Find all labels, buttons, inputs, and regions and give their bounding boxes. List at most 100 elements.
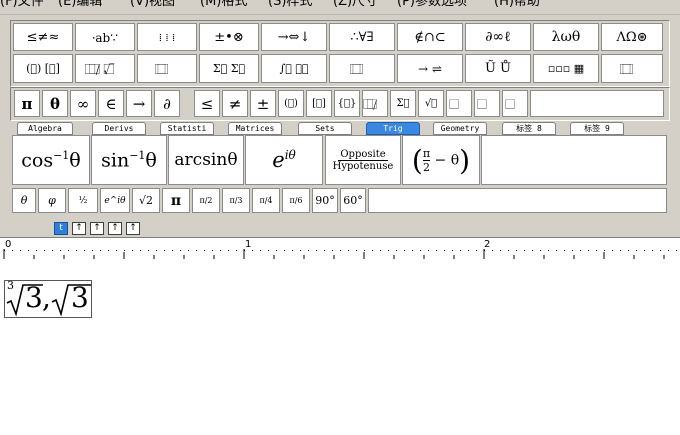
template-empty-slot[interactable] [481, 135, 667, 185]
small-one-half[interactable]: ½ [68, 188, 98, 213]
labeled-arrow-palette[interactable]: → ⇌ [397, 54, 463, 83]
empty-slot[interactable] [530, 90, 664, 117]
ruler-dot [540, 250, 541, 251]
greek-uppercase-palette[interactable]: ΛΩ⊛ [601, 23, 663, 51]
misc-symbols-palette[interactable]: ∂∞ℓ [465, 23, 531, 51]
brackets-template-button[interactable]: [⃞] [306, 90, 332, 117]
pi-button[interactable]: π [14, 90, 40, 117]
tab-sets[interactable]: Sets [298, 122, 352, 135]
tab-statistics[interactable]: Statisti [160, 122, 214, 135]
tab-geometry[interactable]: Geometry [433, 122, 487, 135]
small-pi[interactable]: π [162, 188, 190, 213]
template-arcsin-inverse[interactable]: sin−1θ [91, 135, 167, 185]
not-equal-button[interactable]: ≠ [222, 90, 248, 117]
arrow-symbols-palette[interactable]: →⇔↓ [261, 23, 327, 51]
template-arcsin[interactable]: arcsinθ [168, 135, 244, 185]
theta-button[interactable]: θ [42, 90, 68, 117]
fraction-template-button[interactable]: ⃞/⃞ [362, 90, 388, 117]
small-empty-slot[interactable] [368, 188, 667, 213]
summation-template-button[interactable]: Σ⃞ [390, 90, 416, 117]
template-euler[interactable]: eiθ [245, 135, 323, 185]
small-pi-over-3[interactable]: π/3 [222, 188, 250, 213]
size-sub-symbol-button[interactable]: ↑ [126, 222, 140, 235]
small-pi-over-6[interactable]: π/6 [282, 188, 310, 213]
fraction-radical-palette[interactable]: ⃞/⃞ √⃞ [75, 54, 135, 83]
infinity-button[interactable]: ∞ [70, 90, 96, 117]
ruler-dot [676, 250, 677, 251]
operator-symbols-palette[interactable]: ±•⊗ [199, 23, 259, 51]
menu-preferences[interactable]: (P)参数选项 [397, 0, 467, 10]
equation-editing-area[interactable]: 3 3 , 3 [0, 260, 680, 435]
template-label: ½ [78, 195, 88, 206]
braces-template-button[interactable]: {⃞} [334, 90, 360, 117]
palette-label: ⃞ ⃞ [630, 62, 634, 76]
integral-palette[interactable]: ∫⃞ ∮⃞ [261, 54, 327, 83]
small-euler[interactable]: e^iθ [100, 188, 130, 213]
small-90-degrees[interactable]: 90° [312, 188, 338, 213]
ruler-dot [12, 250, 13, 251]
fence-templates-palette[interactable]: (⃞) [⃞] [13, 54, 73, 83]
tab-algebra[interactable]: Algebra [17, 122, 73, 135]
equation-box[interactable]: 3 3 , 3 [4, 279, 92, 318]
less-or-equal-button[interactable]: ≤ [194, 90, 220, 117]
ruler-dot [100, 250, 101, 251]
parentheses-template-button[interactable]: (⃞) [278, 90, 304, 117]
ruler-dot [172, 250, 173, 251]
right-arrow-button[interactable]: → [126, 90, 152, 117]
ruler-dot [468, 250, 469, 251]
template-complement-angle[interactable]: (π 2 − θ) [402, 135, 480, 185]
palette-label: ΛΩ⊛ [616, 29, 648, 45]
menu-view[interactable]: (V)视图 [130, 0, 175, 10]
small-pi-over-2[interactable]: π/2 [192, 188, 220, 213]
greek-lowercase-palette[interactable]: λωθ [533, 23, 599, 51]
menu-format[interactable]: (M)格式 [200, 0, 247, 10]
size-sub-subscript-button[interactable]: ↑ [90, 222, 104, 235]
tab-label-8[interactable]: 标签 8 [502, 122, 556, 135]
menu-edit[interactable]: (E)编辑 [58, 0, 102, 10]
radical-template-button[interactable]: √⃞ [418, 90, 444, 117]
tab-derivs[interactable]: Derivs [92, 122, 146, 135]
menu-style[interactable]: (S)样式 [268, 0, 312, 10]
embellishments-palette[interactable]: ⁞ ⁞ ⁞ [137, 23, 197, 51]
plus-minus-button[interactable]: ± [250, 90, 276, 117]
menu-size[interactable]: (Z)尺寸 [333, 0, 378, 10]
spaces-ellipses-palette[interactable]: ⸱ab∵ [75, 23, 135, 51]
palette-label: ∴∀∃ [350, 29, 374, 45]
sub-superscript-template-button[interactable]: ⃞ [502, 90, 528, 117]
tab-label-9[interactable]: 标签 9 [570, 122, 624, 135]
small-sqrt2[interactable]: √2 [132, 188, 160, 213]
small-theta[interactable]: θ [12, 188, 36, 213]
menu-file[interactable]: (F)文件 [0, 0, 44, 10]
matrix-palette[interactable]: ▫▫▫ ▦ [533, 54, 599, 83]
partial-derivative-button[interactable]: ∂ [154, 90, 180, 117]
ruler-dot [276, 250, 277, 251]
small-60-degrees[interactable]: 60° [340, 188, 366, 213]
small-symbol-bar: π θ ∞ ∈ → ∂ ≤ ≠ ± (⃞) [⃞] {⃞} ⃞/⃞ Σ⃞ √⃞ … [10, 87, 670, 121]
summation-palette[interactable]: Σ⃞ Σ⃞ [199, 54, 259, 83]
menu-help[interactable]: (H)帮助 [494, 0, 540, 10]
small-phi[interactable]: φ [38, 188, 66, 213]
symbol-label: → [132, 94, 146, 113]
products-set-palette[interactable]: Ũ Ů [465, 54, 531, 83]
underbar-overbar-palette[interactable]: ⃞ ⃞ [329, 54, 395, 83]
template-label: 60° [343, 194, 363, 207]
set-theory-palette[interactable]: ∉∩⊂ [397, 23, 463, 51]
template-arccos[interactable]: cos−1θ [12, 135, 90, 185]
size-subscript-button[interactable]: ↑ [72, 222, 86, 235]
size-full-button[interactable]: t [54, 222, 68, 235]
subscript-superscript-palette[interactable]: ⃞ ⃞ [137, 54, 197, 83]
ruler-dot [68, 250, 69, 251]
boxes-palette[interactable]: ⃞ ⃞ [601, 54, 663, 83]
logical-symbols-palette[interactable]: ∴∀∃ [329, 23, 395, 51]
small-pi-over-4[interactable]: π/4 [252, 188, 280, 213]
tab-trig[interactable]: Trig [366, 122, 420, 135]
superscript-template-button[interactable]: ⃞ [446, 90, 472, 117]
template-opposite-over-hypotenuse[interactable]: Opposite Hypotenuse [325, 135, 401, 185]
subscript-template-button[interactable]: ⃞ [474, 90, 500, 117]
size-symbol-button[interactable]: ↑ [108, 222, 122, 235]
relational-symbols-palette[interactable]: ≤≠≈ [13, 23, 73, 51]
ruler-dot [340, 250, 341, 251]
palette-label: ⸱ab∵ [92, 30, 118, 45]
element-of-button[interactable]: ∈ [98, 90, 124, 117]
tab-matrices[interactable]: Matrices [228, 122, 282, 135]
